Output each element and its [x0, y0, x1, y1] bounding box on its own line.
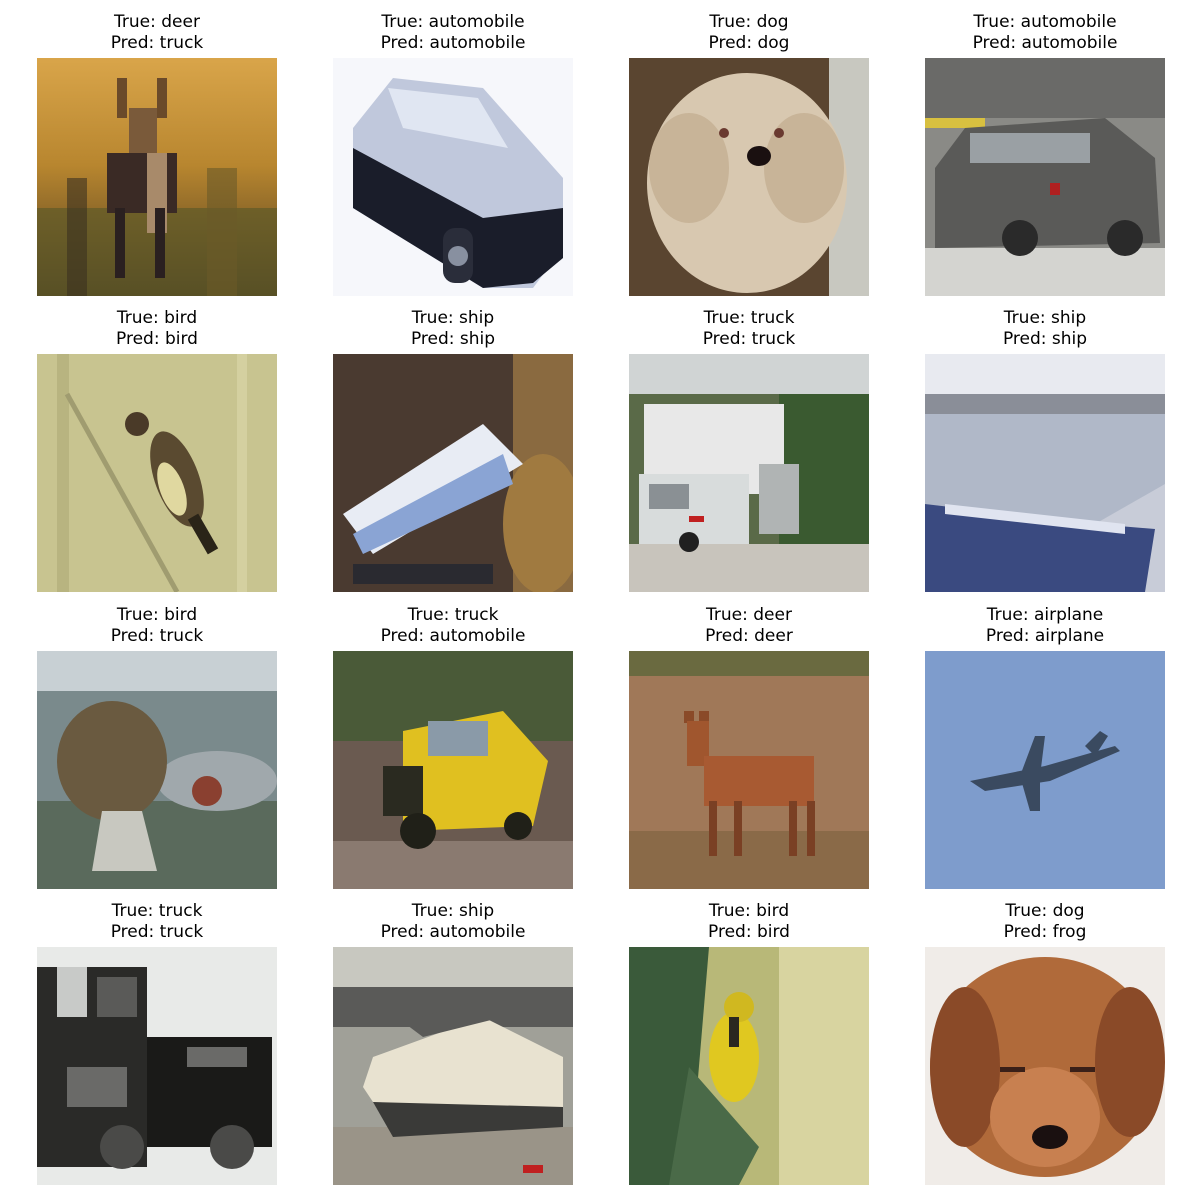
panel-image-yellow-bird — [629, 947, 869, 1185]
panel-title: True: dog Pred: frog — [905, 901, 1185, 943]
panel-title: True: bird Pred: bird — [609, 901, 889, 943]
pred-label: Pred: truck — [702, 329, 796, 349]
panel-image-bw-truck — [37, 947, 277, 1185]
panel-title: True: truck Pred: truck — [17, 901, 297, 943]
true-label: True: dog — [709, 12, 789, 32]
panel-title: True: automobile Pred: automobile — [313, 12, 593, 54]
panel-title: True: truck Pred: truck — [609, 308, 889, 350]
panel-image-puppy — [925, 947, 1165, 1185]
panel-image-deer — [37, 58, 277, 296]
true-label: True: ship — [411, 308, 495, 328]
pred-label: Pred: automobile — [380, 922, 526, 942]
pred-label: Pred: airplane — [985, 626, 1105, 646]
panel-title: True: truck Pred: automobile — [313, 605, 593, 647]
panel-image-ship-hull — [925, 354, 1165, 592]
panel-title: True: airplane Pred: airplane — [905, 605, 1185, 647]
true-label: True: bird — [708, 901, 790, 921]
panel-image-box-truck — [629, 354, 869, 592]
pred-label: Pred: ship — [410, 329, 496, 349]
panel-title: True: ship Pred: automobile — [313, 901, 593, 943]
panel-title: True: automobile Pred: automobile — [905, 12, 1185, 54]
pred-label: Pred: truck — [110, 33, 204, 53]
pred-label: Pred: dog — [708, 33, 790, 53]
true-label: True: automobile — [973, 12, 1117, 32]
pred-label: Pred: frog — [1003, 922, 1087, 942]
pred-label: Pred: truck — [110, 626, 204, 646]
panel-image-bird-post — [37, 651, 277, 889]
true-label: True: bird — [116, 308, 198, 328]
panel-image-yellow-vehicle — [333, 651, 573, 889]
panel-title: True: ship Pred: ship — [905, 308, 1185, 350]
pred-label: Pred: bird — [708, 922, 790, 942]
panel-image-grey-car — [925, 58, 1165, 296]
true-label: True: automobile — [381, 12, 525, 32]
true-label: True: bird — [116, 605, 198, 625]
panel-image-speedboat — [333, 947, 573, 1185]
pred-label: Pred: deer — [705, 626, 793, 646]
panel-image-airplane — [925, 651, 1165, 889]
panel-title: True: dog Pred: dog — [609, 12, 889, 54]
panel-title: True: ship Pred: ship — [313, 308, 593, 350]
panel-title: True: bird Pred: truck — [17, 605, 297, 647]
pred-label: Pred: ship — [1002, 329, 1088, 349]
panel-title: True: bird Pred: bird — [17, 308, 297, 350]
panel-image-dog — [629, 58, 869, 296]
true-label: True: dog — [1005, 901, 1085, 921]
true-label: True: ship — [411, 901, 495, 921]
true-label: True: deer — [114, 12, 200, 32]
panel-image-car — [333, 58, 573, 296]
true-label: True: ship — [1003, 308, 1087, 328]
true-label: True: deer — [706, 605, 792, 625]
panel-title: True: deer Pred: truck — [17, 12, 297, 54]
true-label: True: airplane — [986, 605, 1104, 625]
pred-label: Pred: bird — [116, 329, 198, 349]
pred-label: Pred: automobile — [380, 626, 526, 646]
pred-label: Pred: truck — [110, 922, 204, 942]
panel-image-ship-sign — [333, 354, 573, 592]
panel-image-deer-field — [629, 651, 869, 889]
true-label: True: truck — [407, 605, 499, 625]
true-label: True: truck — [111, 901, 203, 921]
pred-label: Pred: automobile — [380, 33, 526, 53]
prediction-grid-figure: True: deer Pred: truck True: automobile … — [0, 0, 1200, 1200]
true-label: True: truck — [703, 308, 795, 328]
panel-title: True: deer Pred: deer — [609, 605, 889, 647]
panel-image-bird — [37, 354, 277, 592]
pred-label: Pred: automobile — [972, 33, 1118, 53]
